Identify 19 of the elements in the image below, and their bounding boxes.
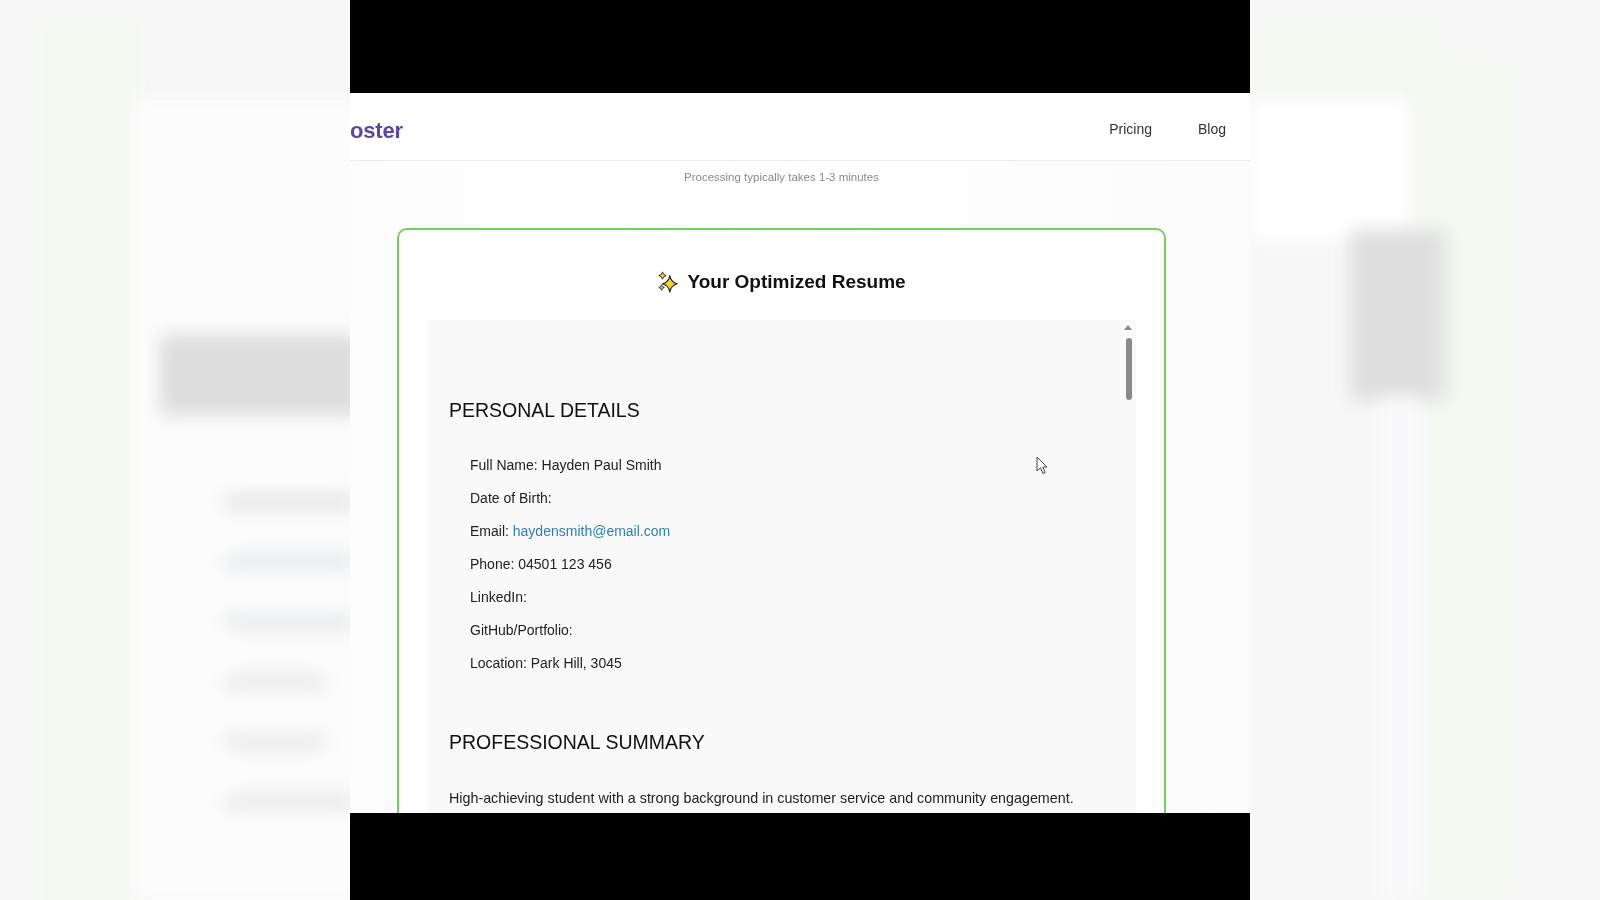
detail-line: Full Name: Hayden Paul Smith (470, 456, 662, 475)
card-title: Your Optimized Resume (687, 271, 906, 293)
detail-line: LinkedIn: (470, 588, 527, 607)
section-heading: PERSONAL DETAILS (449, 398, 640, 422)
email-link[interactable]: haydensmith@email.com (512, 523, 671, 539)
nav-link[interactable]: Blog (1197, 121, 1226, 137)
detail-line: Email: haydensmith@email.com (470, 522, 671, 541)
scroll-up-icon[interactable] (1124, 325, 1132, 330)
sparkles-icon (657, 271, 680, 293)
detail-line: GitHub/Portfolio: (470, 621, 573, 640)
detail-line: Location: Park Hill, 3045 (470, 654, 622, 673)
section-heading: PROFESSIONAL SUMMARY (449, 730, 705, 754)
processing-note: Processing typically takes 1-3 minutes (684, 170, 879, 184)
scrollbar-thumb[interactable] (1126, 338, 1132, 400)
nav-link[interactable]: Pricing (1109, 121, 1152, 137)
summary-paragraph: High-achieving student with a strong background in customer service and community engagement. (449, 789, 1074, 808)
mouse-pointer-icon (1036, 456, 1048, 475)
detail-line: Phone: 04501 123 456 (470, 555, 612, 574)
logo-text[interactable]: oster (350, 118, 403, 144)
